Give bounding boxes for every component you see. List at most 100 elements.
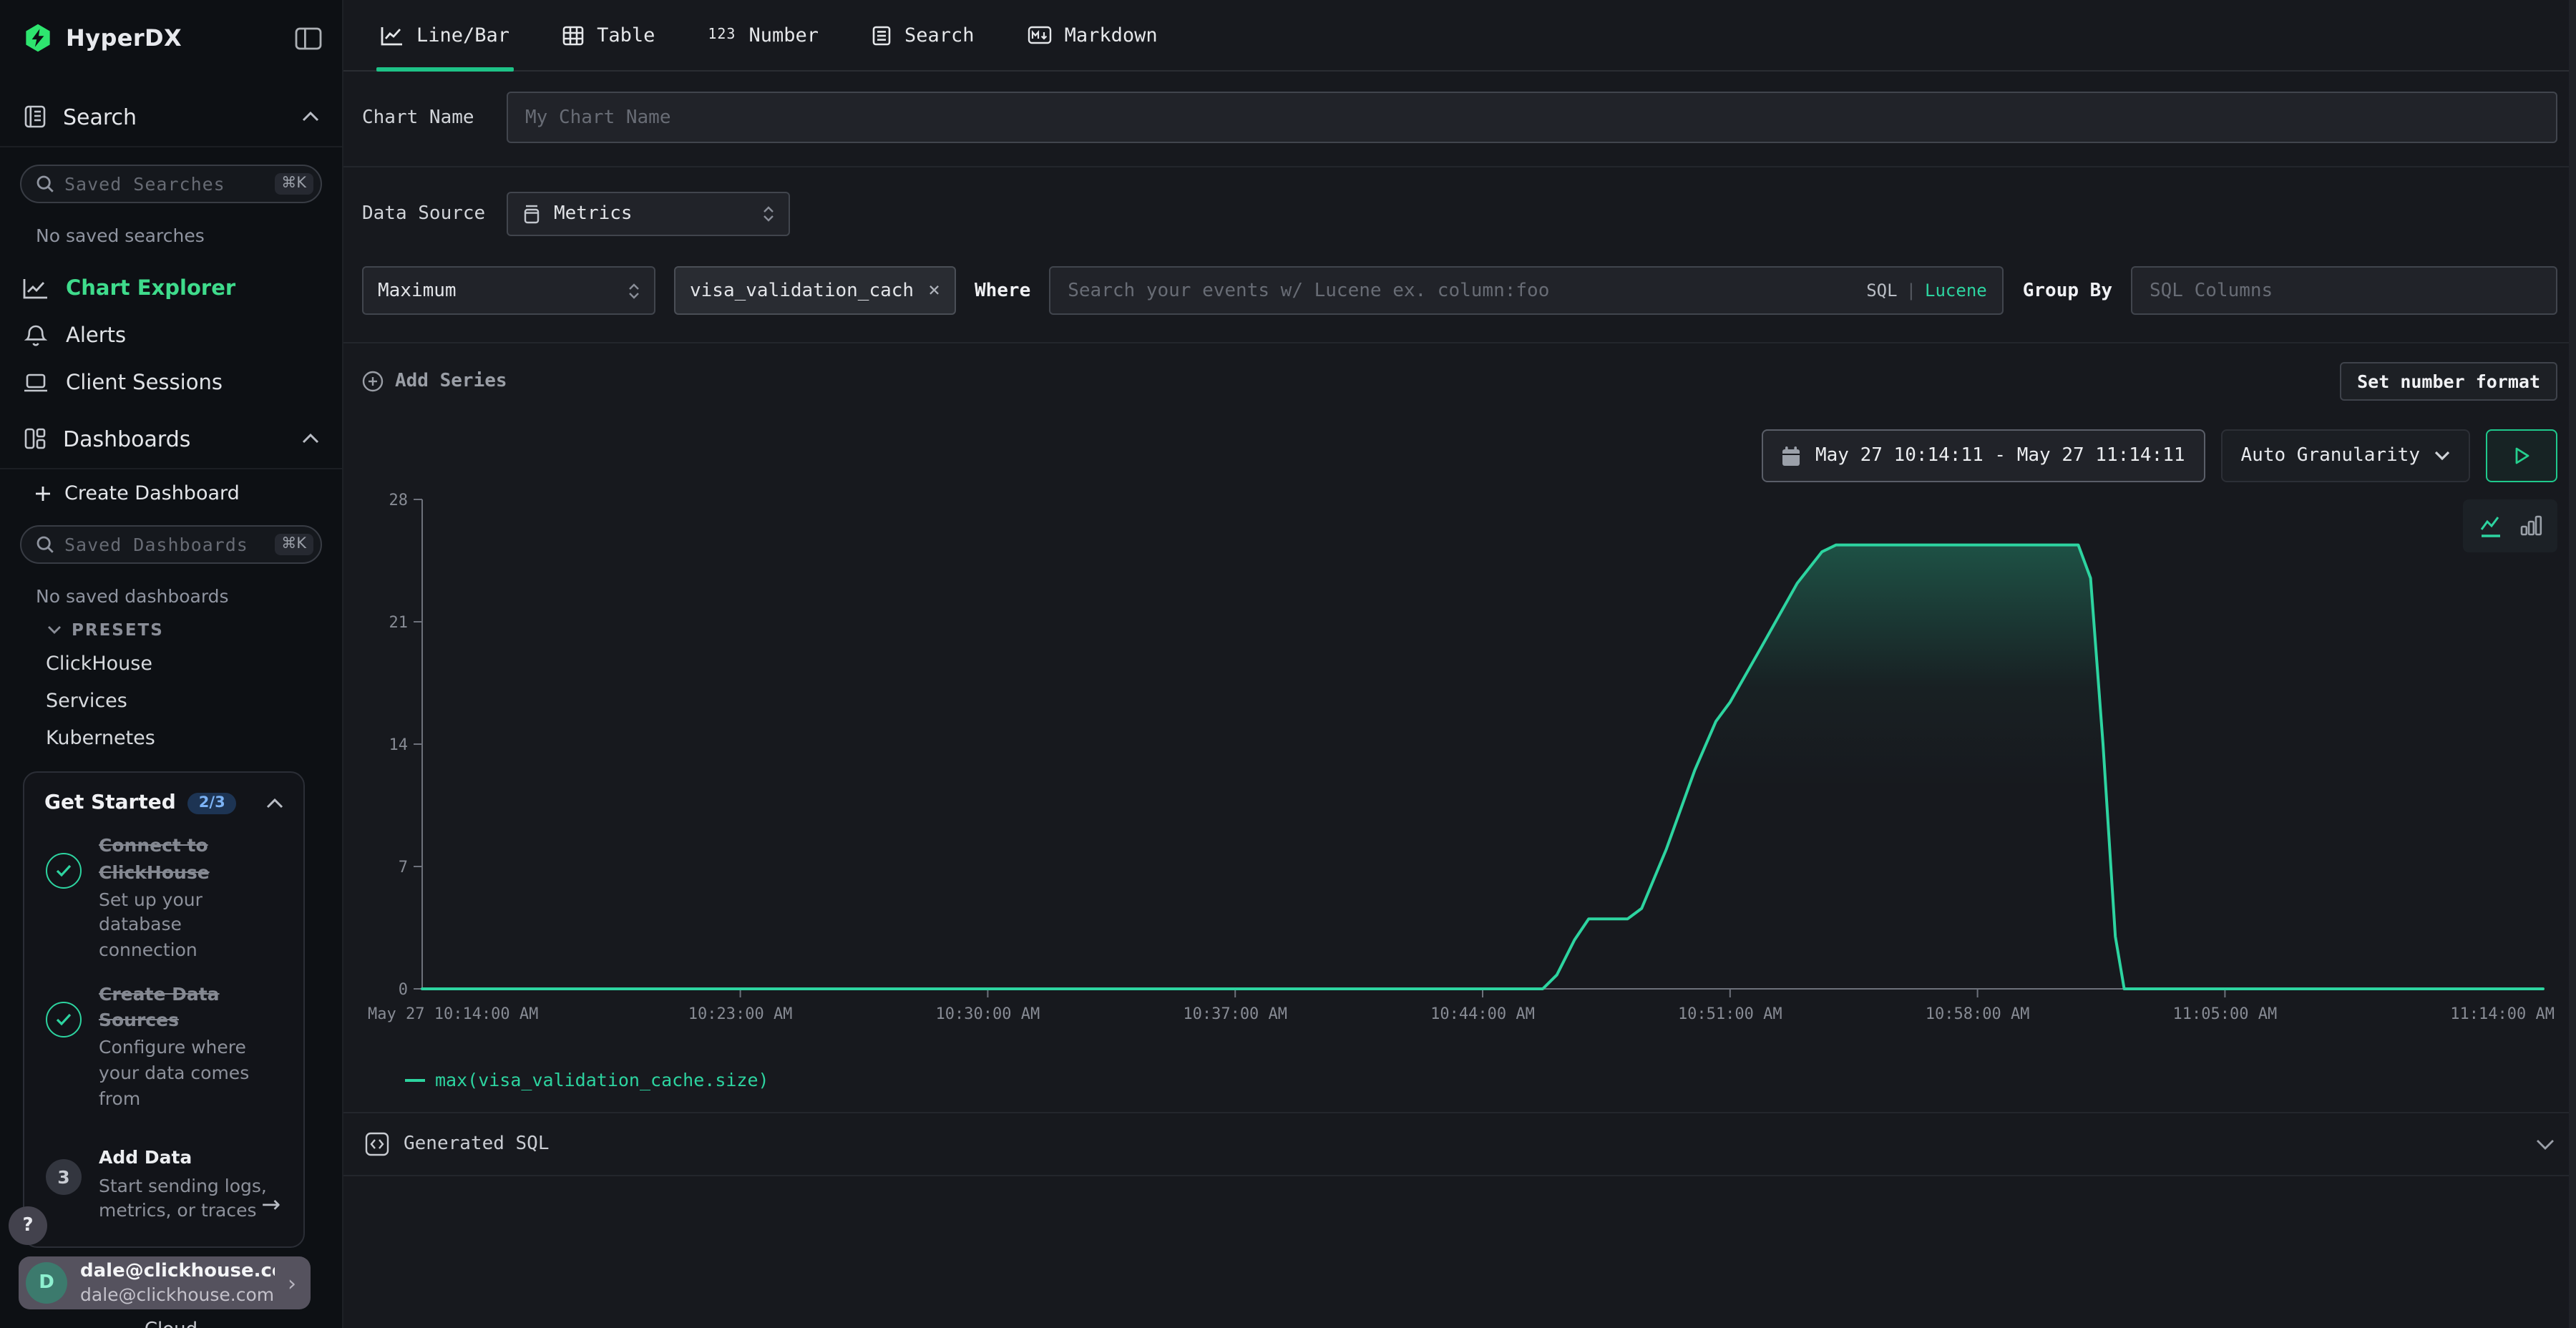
generated-sql-label: Generated SQL (404, 1133, 550, 1155)
sidebar-section-search[interactable]: Search (0, 87, 342, 147)
preset-item-clickhouse[interactable]: ClickHouse (0, 645, 342, 683)
chart-name-input[interactable] (507, 92, 2557, 143)
table-icon (562, 25, 584, 45)
tab-label: Search (904, 24, 975, 47)
get-started-step-connect[interactable]: Connect to ClickHouse Set up your databa… (44, 834, 283, 963)
granularity-select[interactable]: Auto Granularity (2221, 429, 2470, 482)
nav-label: Chart Explorer (66, 277, 235, 300)
svg-text:10:44:00 AM: 10:44:00 AM (1430, 1005, 1535, 1023)
presets-label: PRESETS (72, 620, 164, 640)
svg-text:10:58:00 AM: 10:58:00 AM (1926, 1005, 2030, 1023)
help-button[interactable]: ? (9, 1206, 47, 1245)
data-source-value: Metrics (554, 203, 633, 225)
tab-number[interactable]: 123 Number (708, 0, 819, 70)
list-doc-icon (872, 25, 892, 45)
close-icon[interactable]: × (928, 279, 940, 302)
chart-display-toggle (2463, 499, 2557, 552)
bar-chart-toggle-icon[interactable] (2519, 514, 2542, 538)
clipped-cloud-text: Cloud (0, 1319, 342, 1328)
saved-dashboards-input[interactable]: Saved Dashboards ⌘K (20, 525, 322, 564)
chevron-down-icon[interactable] (2536, 1138, 2555, 1150)
nav-label: Client Sessions (66, 371, 223, 394)
chevron-up-icon[interactable] (302, 112, 319, 122)
select-chevrons-icon (628, 283, 640, 298)
database-icon (522, 204, 541, 224)
preset-item-services[interactable]: Services (0, 683, 342, 720)
metric-field-select[interactable]: visa_validation_cach × (674, 266, 956, 315)
sidebar-nav: Chart Explorer Alerts Cl (0, 265, 342, 406)
divider (343, 166, 2576, 167)
step-title: Add Data (99, 1146, 283, 1171)
aggregation-select[interactable]: Maximum (362, 266, 655, 315)
step-desc: Set up your database connection (99, 887, 283, 963)
sidebar-item-chart-explorer[interactable]: Chart Explorer (0, 265, 342, 312)
preset-item-kubernetes[interactable]: Kubernetes (0, 720, 342, 757)
run-query-button[interactable] (2486, 429, 2557, 482)
get-started-step-datasources[interactable]: Create Data Sources Configure where your… (44, 982, 283, 1111)
search-icon (36, 535, 54, 554)
aggregation-value: Maximum (378, 280, 457, 301)
svg-text:0: 0 (399, 981, 408, 999)
svg-text:11:05:00 AM: 11:05:00 AM (2173, 1005, 2278, 1023)
get-started-card: Get Started 2/3 Connect to ClickHouse Se… (23, 772, 305, 1248)
sql-toggle[interactable]: SQL (1866, 280, 1897, 301)
svg-text:10:51:00 AM: 10:51:00 AM (1678, 1005, 1782, 1023)
add-series-button[interactable]: Add Series (362, 371, 507, 392)
legend-line-swatch (405, 1078, 425, 1081)
main-content: Line/Bar Table 123 Number (343, 0, 2576, 1328)
tab-table[interactable]: Table (562, 0, 655, 70)
data-source-select[interactable]: Metrics (507, 192, 790, 236)
step-desc: Start sending logs, metrics, or traces (99, 1173, 283, 1224)
svg-text:11:14:00 AM: 11:14:00 AM (2450, 1005, 2555, 1023)
sidebar-item-alerts[interactable]: Alerts (0, 312, 342, 359)
sidebar-item-client-sessions[interactable]: Client Sessions (0, 359, 342, 406)
chart-legend: max(visa_validation_cache.size) (405, 1069, 2557, 1090)
saved-searches-input[interactable]: Saved Searches ⌘K (20, 165, 322, 203)
chart-type-tabs: Line/Bar Table 123 Number (343, 0, 2576, 72)
lucene-toggle[interactable]: Lucene (1925, 280, 1987, 301)
select-chevrons-icon (763, 206, 774, 222)
metric-value: visa_validation_cach (690, 280, 914, 301)
chevron-up-icon[interactable] (302, 434, 319, 444)
step-title: Connect to ClickHouse (99, 834, 283, 886)
search-icon (36, 175, 54, 193)
line-chart-icon (381, 25, 404, 45)
set-number-format-button[interactable]: Set number format (2340, 362, 2557, 401)
dashboards-section-label: Dashboards (63, 426, 190, 451)
generated-sql-header[interactable]: Generated SQL (343, 1112, 2576, 1176)
user-menu[interactable]: D dale@clickhouse.com dale@clickhouse.co… (19, 1256, 311, 1309)
get-started-step-add-data[interactable]: 3 Add Data Start sending logs, metrics, … (44, 1146, 283, 1224)
get-started-title: Get Started (44, 792, 176, 815)
tab-search[interactable]: Search (872, 0, 975, 70)
check-circle-icon (44, 982, 83, 1111)
chevron-up-icon[interactable] (266, 799, 283, 809)
chart-name-label: Chart Name (362, 107, 487, 128)
svg-text:28: 28 (389, 492, 409, 509)
chevron-down-icon (2434, 451, 2450, 461)
sidebar-section-dashboards[interactable]: Dashboards (0, 409, 342, 469)
date-range-picker[interactable]: May 27 10:14:11 - May 27 11:14:11 (1762, 429, 2205, 482)
tab-label: Number (748, 24, 819, 47)
group-by-input[interactable] (2131, 266, 2557, 315)
scrollbar[interactable] (2569, 0, 2576, 1328)
presets-toggle[interactable]: PRESETS (0, 607, 342, 645)
dashboard-grid-icon (23, 426, 47, 451)
tab-markdown[interactable]: Markdown (1028, 0, 1158, 70)
where-search-input[interactable] (1049, 266, 2004, 315)
tab-line-bar[interactable]: Line/Bar (381, 0, 509, 70)
nav-label: Alerts (66, 324, 126, 347)
where-search-wrap: SQL | Lucene (1049, 266, 2004, 315)
app-window: HyperDX Search (0, 0, 2576, 1328)
line-chart-toggle-icon[interactable] (2478, 513, 2507, 539)
toggle-divider: | (1906, 280, 1916, 301)
svg-text:May 27 10:14:00 AM: May 27 10:14:00 AM (368, 1005, 538, 1023)
svg-text:21: 21 (389, 614, 409, 632)
shortcut-badge: ⌘K (274, 174, 313, 195)
no-saved-dashboards-note: No saved dashboards (36, 585, 342, 607)
logo-row: HyperDX (0, 0, 342, 67)
svg-text:10:23:00 AM: 10:23:00 AM (688, 1005, 793, 1023)
sidebar-collapse-icon[interactable] (295, 26, 322, 49)
plus-icon (34, 485, 52, 502)
create-dashboard-button[interactable]: Create Dashboard (0, 469, 342, 508)
arrow-right-icon[interactable]: → (261, 1191, 280, 1219)
